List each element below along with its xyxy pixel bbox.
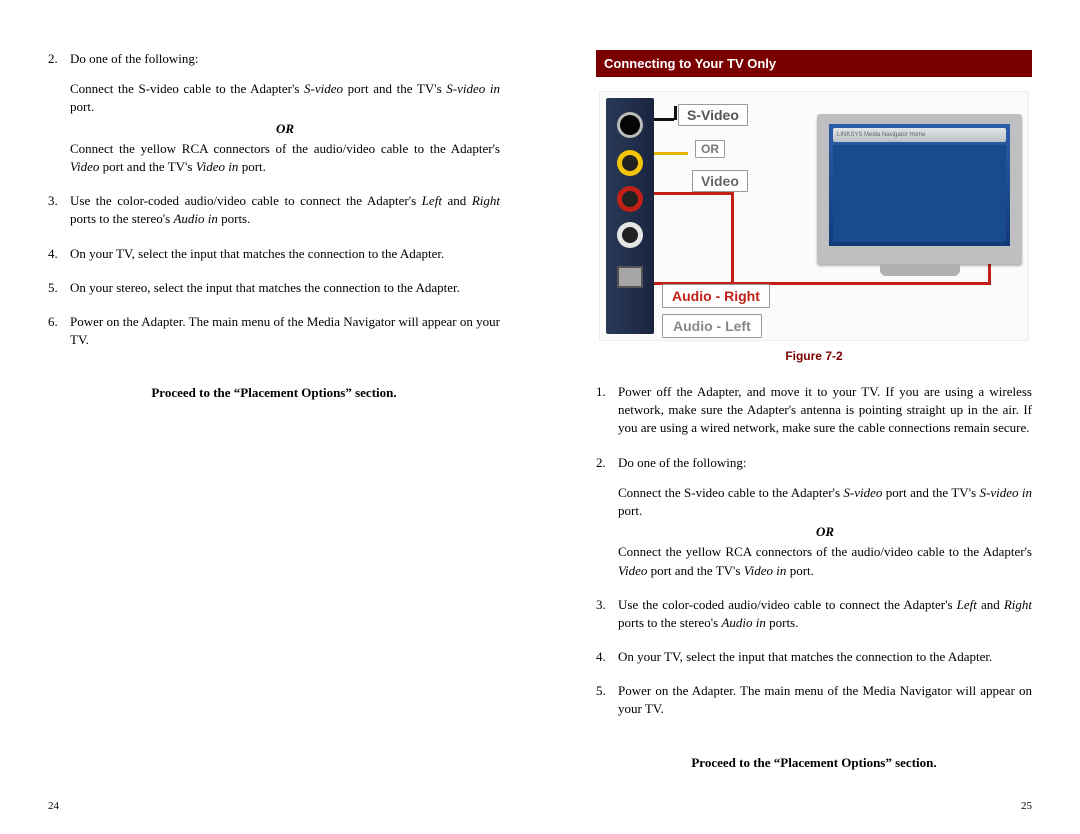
step-body: Do one of the following: Connect the S-v… xyxy=(70,50,500,176)
figure-illustration: S-Video OR Video Audio - Right Audio - L… xyxy=(599,91,1029,341)
step-body: Power on the Adapter. The main menu of t… xyxy=(70,313,500,349)
figure-caption: Figure 7-2 xyxy=(596,349,1032,363)
step-2-option-a: Connect the S-video cable to the Adapter… xyxy=(70,80,500,116)
wire-icon xyxy=(731,282,991,285)
step-1: 1. Power off the Adapter, and move it to… xyxy=(596,383,1032,438)
text: Do one of the following: xyxy=(618,455,747,470)
page-24: 2. Do one of the following: Connect the … xyxy=(0,0,540,834)
label-or: OR xyxy=(695,140,725,158)
step-number: 5. xyxy=(48,279,70,297)
svideo-port-icon xyxy=(617,112,643,138)
step-body: On your TV, select the input that matche… xyxy=(618,648,1032,666)
page-25: Connecting to Your TV Only S-Video OR Vi… xyxy=(540,0,1080,834)
proceed-note: Proceed to the “Placement Options” secti… xyxy=(48,385,500,401)
figure-7-2: S-Video OR Video Audio - Right Audio - L… xyxy=(596,91,1032,377)
adapter-panel-icon xyxy=(606,98,654,334)
step-5: 5. Power on the Adapter. The main menu o… xyxy=(596,682,1032,718)
text: Do one of the following: xyxy=(70,51,199,66)
wire-icon xyxy=(731,192,734,282)
section-heading: Connecting to Your TV Only xyxy=(596,50,1032,77)
step-2-option-b: Connect the yellow RCA connectors of the… xyxy=(618,543,1032,579)
step-number: 2. xyxy=(48,50,70,176)
step-body: On your TV, select the input that matche… xyxy=(70,245,500,263)
wire-icon xyxy=(674,106,677,120)
video-port-icon xyxy=(617,150,643,176)
step-4: 4. On your TV, select the input that mat… xyxy=(48,245,500,263)
step-body: Power off the Adapter, and move it to yo… xyxy=(618,383,1032,438)
right-steps-list: 1. Power off the Adapter, and move it to… xyxy=(596,383,1032,735)
label-audio-left: Audio - Left xyxy=(662,314,762,338)
step-2-option-b: Connect the yellow RCA connectors of the… xyxy=(70,140,500,176)
left-steps-list: 2. Do one of the following: Connect the … xyxy=(48,50,500,365)
step-5: 5. On your stereo, select the input that… xyxy=(48,279,500,297)
wire-icon xyxy=(654,152,688,155)
wire-icon xyxy=(654,118,674,121)
audio-right-port-icon xyxy=(617,186,643,212)
step-number: 3. xyxy=(48,192,70,228)
step-number: 1. xyxy=(596,383,618,438)
audio-left-port-icon xyxy=(617,222,643,248)
tv-content-icon xyxy=(833,145,1006,242)
step-2-option-a: Connect the S-video cable to the Adapter… xyxy=(618,484,1032,520)
step-number: 5. xyxy=(596,682,618,718)
step-3: 3. Use the color-coded audio/video cable… xyxy=(596,596,1032,632)
step-3: 3. Use the color-coded audio/video cable… xyxy=(48,192,500,228)
or-separator: OR xyxy=(70,120,500,138)
proceed-note: Proceed to the “Placement Options” secti… xyxy=(596,755,1032,771)
step-4: 4. On your TV, select the input that mat… xyxy=(596,648,1032,666)
step-number: 4. xyxy=(48,245,70,263)
page-number: 25 xyxy=(1021,800,1032,812)
step-body: Use the color-coded audio/video cable to… xyxy=(70,192,500,228)
label-svideo: S-Video xyxy=(678,104,748,126)
step-6: 6. Power on the Adapter. The main menu o… xyxy=(48,313,500,349)
step-body: Power on the Adapter. The main menu of t… xyxy=(618,682,1032,718)
tv-icon: LINKSYS Media Navigator Home xyxy=(817,114,1022,264)
step-number: 6. xyxy=(48,313,70,349)
or-separator: OR xyxy=(618,523,1032,541)
label-video: Video xyxy=(692,170,748,192)
ethernet-port-icon xyxy=(617,266,643,288)
tv-screen-icon: LINKSYS Media Navigator Home xyxy=(829,124,1010,246)
tv-titlebar: LINKSYS Media Navigator Home xyxy=(833,128,1006,142)
step-body: Use the color-coded audio/video cable to… xyxy=(618,596,1032,632)
label-audio-right: Audio - Right xyxy=(662,284,770,308)
step-number: 3. xyxy=(596,596,618,632)
step-number: 4. xyxy=(596,648,618,666)
page-number: 24 xyxy=(48,800,59,812)
wire-icon xyxy=(654,192,734,195)
step-2: 2. Do one of the following: Connect the … xyxy=(596,454,1032,580)
step-2: 2. Do one of the following: Connect the … xyxy=(48,50,500,176)
step-body: On your stereo, select the input that ma… xyxy=(70,279,500,297)
step-number: 2. xyxy=(596,454,618,580)
step-body: Do one of the following: Connect the S-v… xyxy=(618,454,1032,580)
